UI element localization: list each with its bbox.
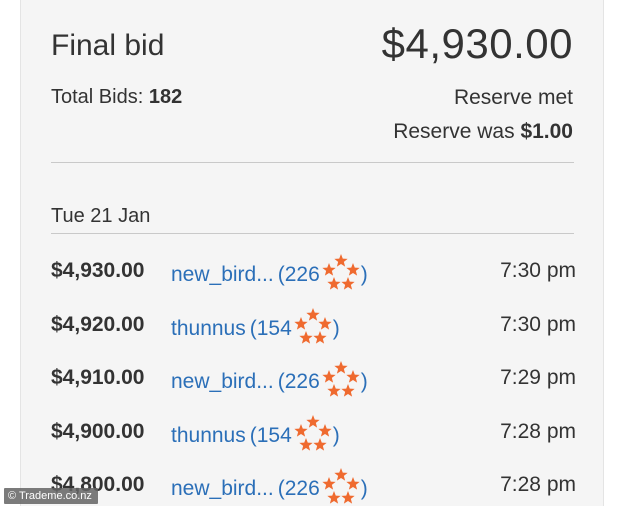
bid-summary-panel: Final bid $4,930.00 Total Bids: 182 Rese… — [20, 0, 604, 506]
total-bids-label: Total Bids: — [51, 86, 144, 108]
total-bids-value: 182 — [148, 86, 183, 108]
bid-time: 7:28 pm — [500, 419, 576, 443]
reserve-was-value: $1.00 — [520, 120, 573, 143]
bidder-username[interactable]: new_bird... — [171, 477, 274, 501]
final-bid-title: Final bid — [51, 29, 165, 62]
bidder-username[interactable]: new_bird... — [171, 370, 274, 394]
bidder-feedback-count[interactable]: (226 — [278, 477, 320, 501]
bidder-link[interactable]: thunnus (154 ) — [171, 307, 340, 347]
bid-amount: $4,930.00 — [51, 259, 145, 282]
bid-amount: $4,920.00 — [51, 312, 145, 336]
feedback-stars-icon — [321, 253, 361, 293]
bid-row: $4,920.00 thunnus (154 ) 7:30 pm — [51, 300, 576, 354]
reserve-was: Reserve was $1.00 — [393, 120, 573, 144]
bidder-feedback-count[interactable]: (154 — [250, 317, 292, 341]
bidder-link[interactable]: thunnus (154 ) — [171, 414, 340, 454]
bid-row: $4,800.00 new_bird... (226 ) 7:28 pm — [51, 460, 576, 514]
bid-time: 7:30 pm — [500, 259, 576, 282]
bid-time: 7:30 pm — [500, 312, 576, 336]
bidder-feedback-close: ) — [360, 370, 368, 393]
feedback-stars-icon — [293, 414, 333, 454]
bid-amount: $4,910.00 — [51, 366, 145, 389]
feedback-stars-icon — [321, 360, 361, 400]
bidder-username[interactable]: thunnus — [171, 424, 246, 448]
bidder-link[interactable]: new_bird... (226 ) — [171, 361, 368, 400]
watermark: © Trademe.co.nz — [4, 488, 98, 504]
feedback-stars-icon — [293, 307, 333, 347]
bidder-feedback-close: ) — [360, 477, 368, 500]
feedback-stars-icon — [321, 467, 361, 507]
total-bids: Total Bids: 182 — [51, 86, 182, 109]
reserve-was-label: Reserve was — [393, 120, 515, 143]
bid-history-list: $4,930.00 new_bird... (226 ) 7:30 pm $4,… — [51, 246, 576, 514]
bidder-feedback-count[interactable]: (154 — [250, 424, 292, 448]
bid-history-date: Tue 21 Jan — [51, 205, 151, 227]
bid-time: 7:28 pm — [500, 473, 576, 496]
bidder-link[interactable]: new_bird... (226 ) — [171, 254, 368, 293]
bid-row: $4,910.00 new_bird... (226 ) 7:29 pm — [51, 353, 576, 407]
bidder-username[interactable]: thunnus — [171, 317, 246, 341]
summary-divider — [51, 162, 574, 163]
bid-row: $4,900.00 thunnus (154 ) 7:28 pm — [51, 407, 576, 461]
reserve-status: Reserve met — [453, 86, 573, 109]
bidder-feedback-count[interactable]: (226 — [278, 370, 320, 394]
bid-amount: $4,900.00 — [51, 419, 145, 443]
bidder-feedback-close: ) — [360, 263, 368, 286]
bid-time: 7:29 pm — [500, 366, 576, 389]
bidder-feedback-close: ) — [332, 423, 340, 447]
final-bid-amount: $4,930.00 — [381, 20, 573, 67]
bidder-link[interactable]: new_bird... (226 ) — [171, 468, 368, 507]
bidder-feedback-close: ) — [332, 316, 340, 340]
bidder-username[interactable]: new_bird... — [171, 263, 274, 287]
date-divider — [51, 233, 574, 234]
bidder-feedback-count[interactable]: (226 — [278, 263, 320, 287]
bid-row: $4,930.00 new_bird... (226 ) 7:30 pm — [51, 246, 576, 300]
